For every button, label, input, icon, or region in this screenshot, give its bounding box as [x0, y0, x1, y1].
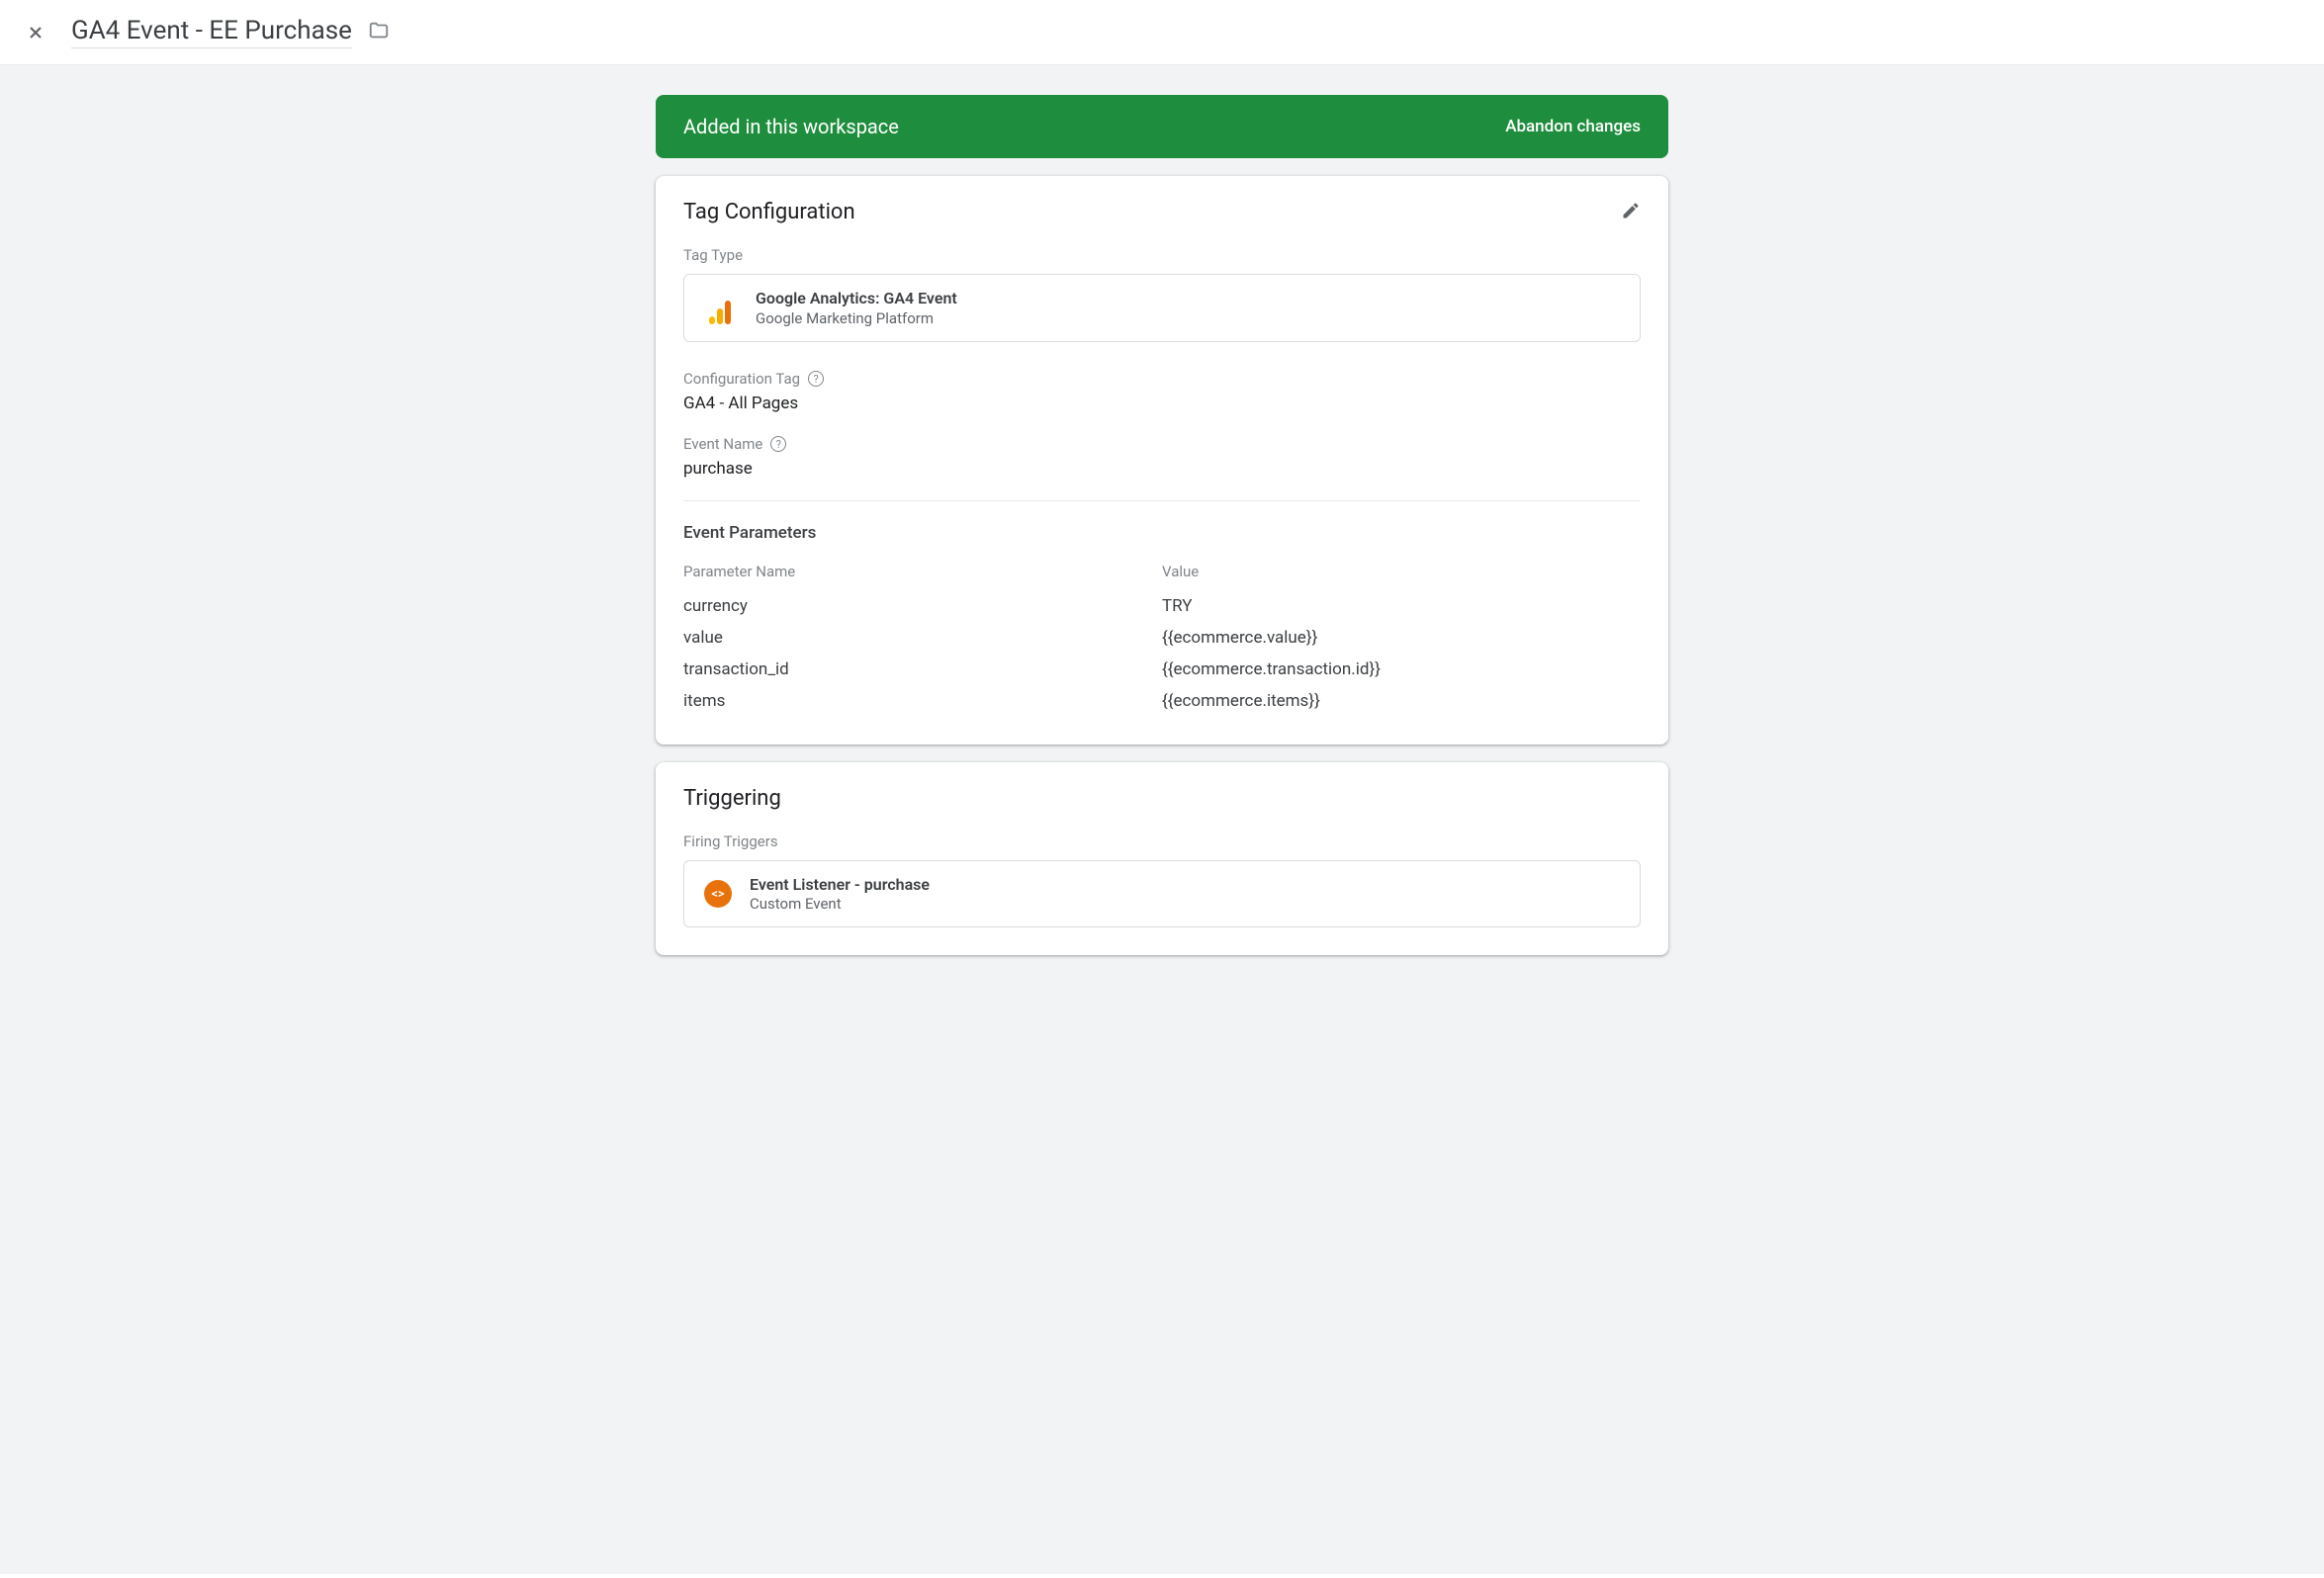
param-name: items	[683, 691, 1162, 711]
edit-button[interactable]	[1621, 201, 1641, 224]
param-row: value {{ecommerce.value}}	[683, 622, 1641, 654]
workspace-banner: Added in this workspace Abandon changes	[656, 95, 1668, 158]
custom-event-icon: <>	[704, 880, 732, 908]
event-name-value: purchase	[683, 459, 1641, 479]
close-icon	[26, 23, 45, 43]
param-name: transaction_id	[683, 659, 1162, 679]
banner-message: Added in this workspace	[683, 115, 899, 138]
event-name-field: Event Name ? purchase	[683, 435, 1641, 479]
triggering-title: Triggering	[683, 786, 781, 811]
tag-type-subtitle: Google Marketing Platform	[756, 309, 957, 327]
tag-type-label: Tag Type	[683, 246, 1641, 264]
help-icon[interactable]: ?	[808, 371, 824, 387]
abandon-changes-button[interactable]: Abandon changes	[1505, 117, 1641, 136]
content-area: Added in this workspace Abandon changes …	[0, 65, 2324, 1574]
tag-type-selector[interactable]: Google Analytics: GA4 Event Google Marke…	[683, 274, 1641, 342]
event-params-title: Event Parameters	[683, 523, 1641, 543]
param-value: TRY	[1162, 596, 1641, 616]
close-button[interactable]	[24, 21, 47, 44]
trigger-type: Custom Event	[750, 895, 930, 913]
firing-triggers-label: Firing Triggers	[683, 833, 1641, 850]
param-value: {{ecommerce.transaction.id}}	[1162, 659, 1641, 679]
param-row: items {{ecommerce.items}}	[683, 685, 1641, 717]
help-icon[interactable]: ?	[770, 436, 786, 452]
google-analytics-icon	[704, 293, 736, 324]
trigger-name: Event Listener - purchase	[750, 875, 930, 894]
config-tag-value: GA4 - All Pages	[683, 394, 1641, 413]
param-name: currency	[683, 596, 1162, 616]
tag-config-header: Tag Configuration	[683, 200, 1641, 224]
tag-configuration-card: Tag Configuration Tag Type Google Analyt…	[656, 176, 1668, 745]
param-value-header: Value	[1162, 563, 1641, 580]
tag-type-name: Google Analytics: GA4 Event	[756, 289, 957, 307]
title-area: GA4 Event - EE Purchase	[71, 16, 390, 48]
param-name-header: Parameter Name	[683, 563, 1162, 580]
event-params-table: Parameter Name Value currency TRY value …	[683, 563, 1641, 717]
trigger-selector[interactable]: <> Event Listener - purchase Custom Even…	[683, 860, 1641, 927]
config-tag-field: Configuration Tag ? GA4 - All Pages	[683, 370, 1641, 413]
triggering-card: Triggering Firing Triggers <> Event List…	[656, 762, 1668, 955]
triggering-header: Triggering	[683, 786, 1641, 811]
param-name: value	[683, 628, 1162, 648]
param-row: transaction_id {{ecommerce.transaction.i…	[683, 654, 1641, 685]
pencil-icon	[1621, 201, 1641, 220]
page-title[interactable]: GA4 Event - EE Purchase	[71, 16, 352, 48]
event-name-label: Event Name	[683, 435, 762, 453]
config-tag-label: Configuration Tag	[683, 370, 800, 388]
param-row: currency TRY	[683, 590, 1641, 622]
param-header-row: Parameter Name Value	[683, 563, 1641, 580]
param-value: {{ecommerce.items}}	[1162, 691, 1641, 711]
folder-icon[interactable]	[368, 20, 390, 45]
trigger-info: Event Listener - purchase Custom Event	[750, 875, 930, 913]
divider	[683, 500, 1641, 501]
param-value: {{ecommerce.value}}	[1162, 628, 1641, 648]
container: Added in this workspace Abandon changes …	[656, 95, 1668, 955]
page-header: GA4 Event - EE Purchase	[0, 0, 2324, 65]
tag-config-title: Tag Configuration	[683, 200, 855, 224]
tag-type-info: Google Analytics: GA4 Event Google Marke…	[756, 289, 957, 327]
